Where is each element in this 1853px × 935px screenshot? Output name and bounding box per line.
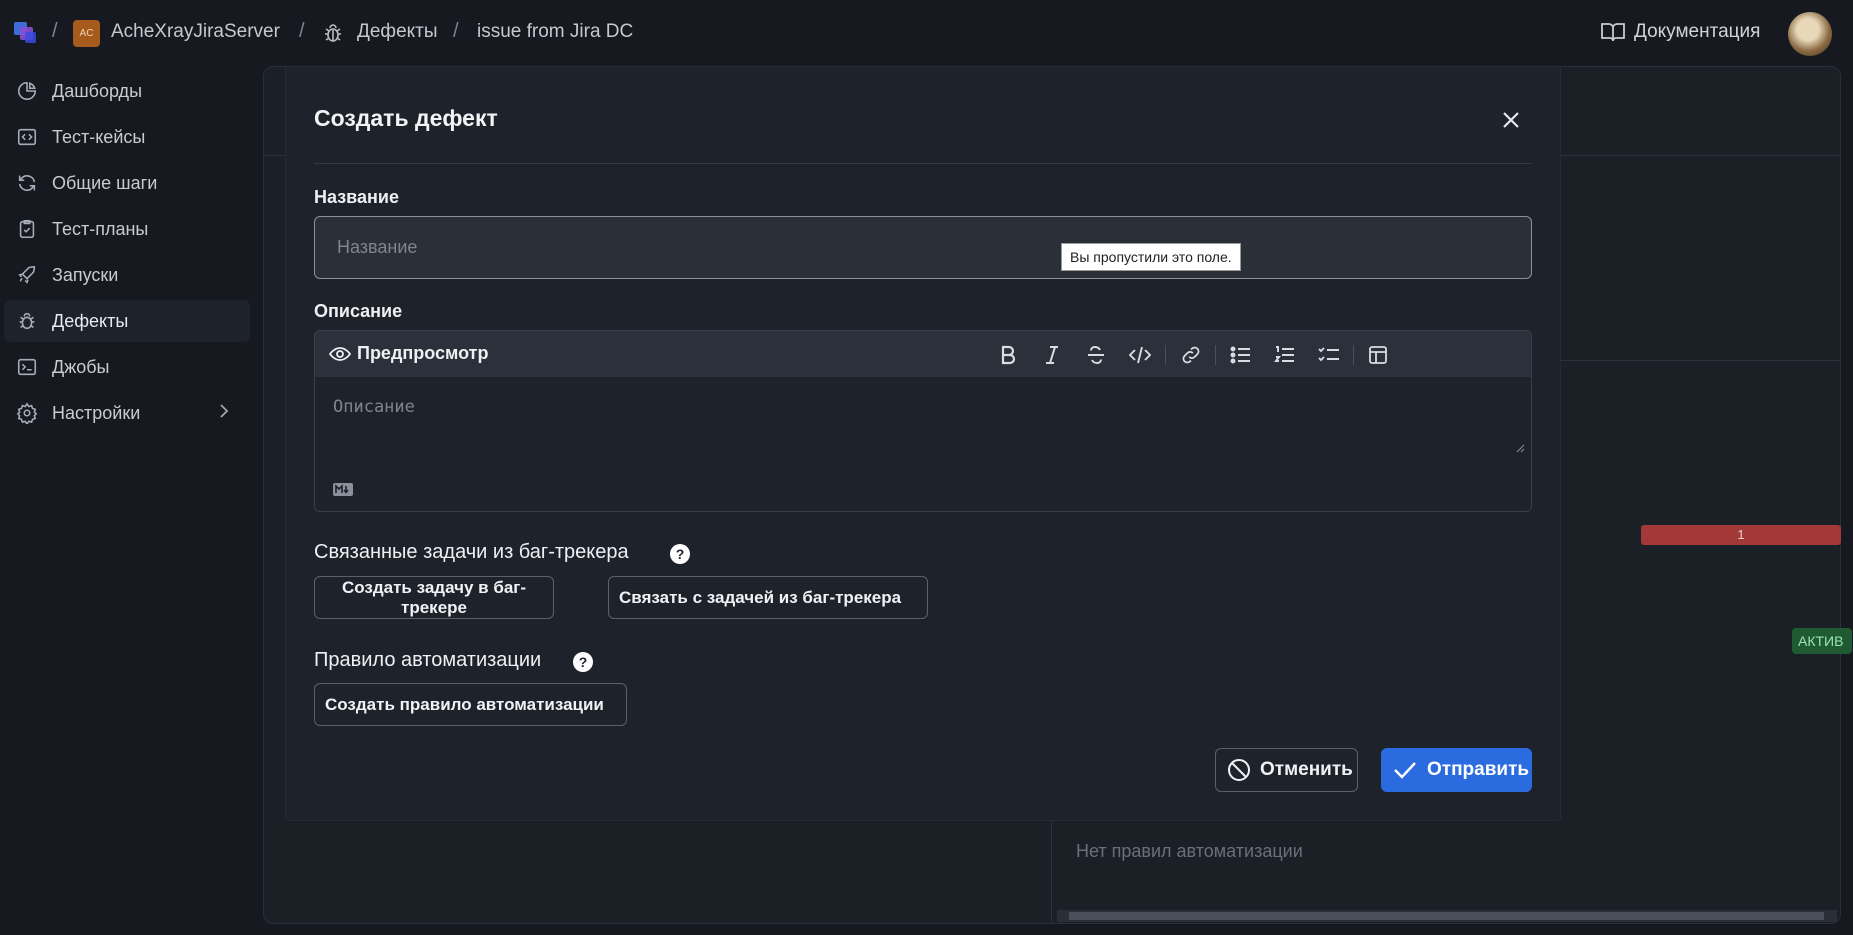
markdown-icon bbox=[333, 483, 353, 496]
breadcrumb-project[interactable]: AcheXrayJiraServer bbox=[111, 21, 280, 43]
book-icon bbox=[1601, 23, 1625, 42]
validation-tooltip: Вы пропустили это поле. bbox=[1061, 243, 1241, 271]
modal-title: Создать дефект bbox=[314, 105, 498, 131]
create-issue-button[interactable]: Создать задачу в баг-трекере bbox=[314, 576, 554, 619]
preview-label: Предпросмотр bbox=[357, 343, 489, 363]
create-rule-button[interactable]: Создать правило автоматизации bbox=[314, 683, 627, 726]
top-bar: / AC AcheXrayJiraServer / Дефекты / issu… bbox=[0, 0, 1853, 66]
link-icon[interactable] bbox=[1178, 342, 1204, 368]
breadcrumb-separator: / bbox=[52, 20, 58, 42]
cancel-label: Отменить bbox=[1260, 759, 1353, 780]
name-input[interactable] bbox=[314, 216, 1532, 279]
description-label: Описание bbox=[314, 301, 403, 321]
resize-handle-icon[interactable] bbox=[1515, 443, 1525, 453]
submit-button[interactable]: Отправить bbox=[1381, 748, 1532, 792]
documentation-label: Документация bbox=[1634, 21, 1761, 42]
bold-icon[interactable] bbox=[995, 342, 1021, 368]
numbered-list-icon[interactable] bbox=[1272, 342, 1298, 368]
link-issue-button[interactable]: Связать с задачей из баг-трекера bbox=[608, 576, 928, 619]
project-badge: AC bbox=[73, 20, 100, 47]
create-defect-modal: Создать дефект Название Вы пропустили эт… bbox=[286, 67, 1560, 820]
breadcrumb-separator: / bbox=[299, 20, 305, 42]
name-label: Название bbox=[314, 187, 399, 207]
preview-button[interactable]: Предпросмотр bbox=[329, 343, 488, 364]
toolbar-separator bbox=[1353, 345, 1354, 365]
checklist-icon[interactable] bbox=[1316, 342, 1342, 368]
cancel-button[interactable]: Отменить bbox=[1215, 748, 1358, 792]
table-icon[interactable] bbox=[1365, 342, 1391, 368]
app-logo-icon[interactable] bbox=[12, 18, 40, 46]
help-icon[interactable]: ? bbox=[670, 544, 690, 564]
user-avatar[interactable] bbox=[1788, 12, 1832, 56]
bug-icon bbox=[325, 24, 341, 42]
submit-label: Отправить bbox=[1427, 759, 1530, 780]
documentation-link[interactable]: Документация bbox=[1600, 20, 1760, 44]
divider bbox=[314, 163, 1532, 164]
code-icon[interactable] bbox=[1127, 342, 1153, 368]
linked-tasks-title: Связанные задачи из баг-трекера bbox=[314, 541, 629, 563]
eye-icon bbox=[329, 346, 351, 361]
toolbar-separator bbox=[1215, 345, 1216, 365]
breadcrumb-section[interactable]: Дефекты bbox=[357, 21, 438, 43]
help-icon[interactable]: ? bbox=[573, 652, 593, 672]
editor-toolbar: Предпросмотр bbox=[315, 331, 1531, 377]
italic-icon[interactable] bbox=[1039, 342, 1065, 368]
automation-title: Правило автоматизации bbox=[314, 649, 542, 671]
strikethrough-icon[interactable] bbox=[1083, 342, 1109, 368]
close-icon[interactable] bbox=[1498, 107, 1524, 133]
bullet-list-icon[interactable] bbox=[1228, 342, 1254, 368]
toolbar-separator bbox=[1165, 345, 1166, 365]
breadcrumb-issue[interactable]: issue from Jira DC bbox=[477, 21, 633, 43]
cancel-icon bbox=[1228, 759, 1250, 781]
breadcrumb-separator: / bbox=[453, 20, 459, 42]
description-textarea[interactable] bbox=[315, 377, 1531, 461]
markdown-editor: Предпросмотр bbox=[314, 330, 1532, 512]
check-icon bbox=[1394, 762, 1416, 779]
